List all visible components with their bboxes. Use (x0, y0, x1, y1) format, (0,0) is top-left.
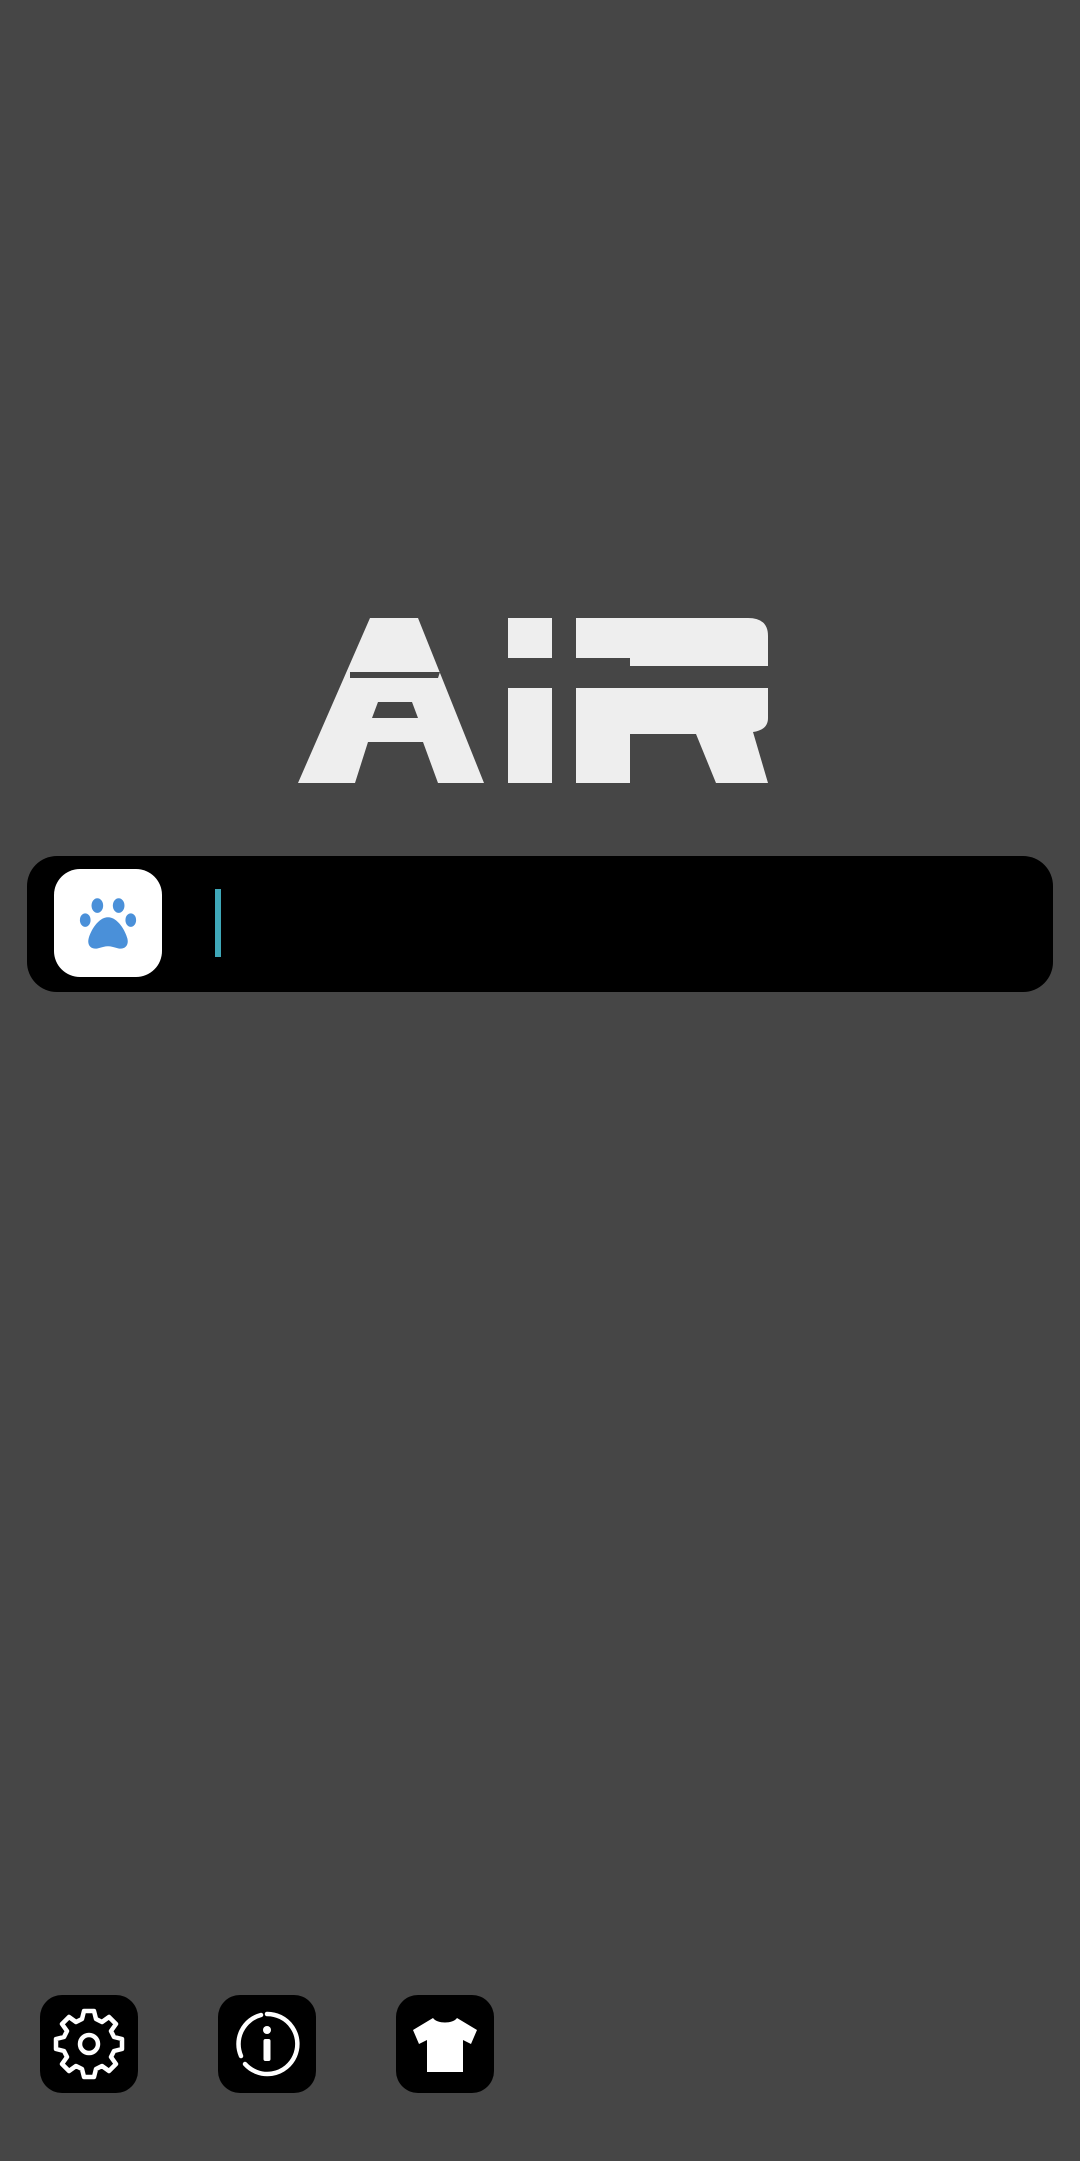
settings-button[interactable] (40, 1995, 138, 2093)
home-screen (0, 0, 1080, 2161)
paw-icon (77, 892, 139, 954)
search-engine-button[interactable] (54, 869, 162, 977)
info-button[interactable] (218, 1995, 316, 2093)
shirt-icon (409, 2008, 481, 2080)
search-bar[interactable] (27, 856, 1053, 992)
text-caret (215, 889, 221, 957)
theme-button[interactable] (396, 1995, 494, 2093)
app-logo (298, 618, 768, 788)
info-icon (231, 2008, 303, 2080)
gear-icon (53, 2008, 125, 2080)
search-input[interactable] (187, 876, 1027, 972)
